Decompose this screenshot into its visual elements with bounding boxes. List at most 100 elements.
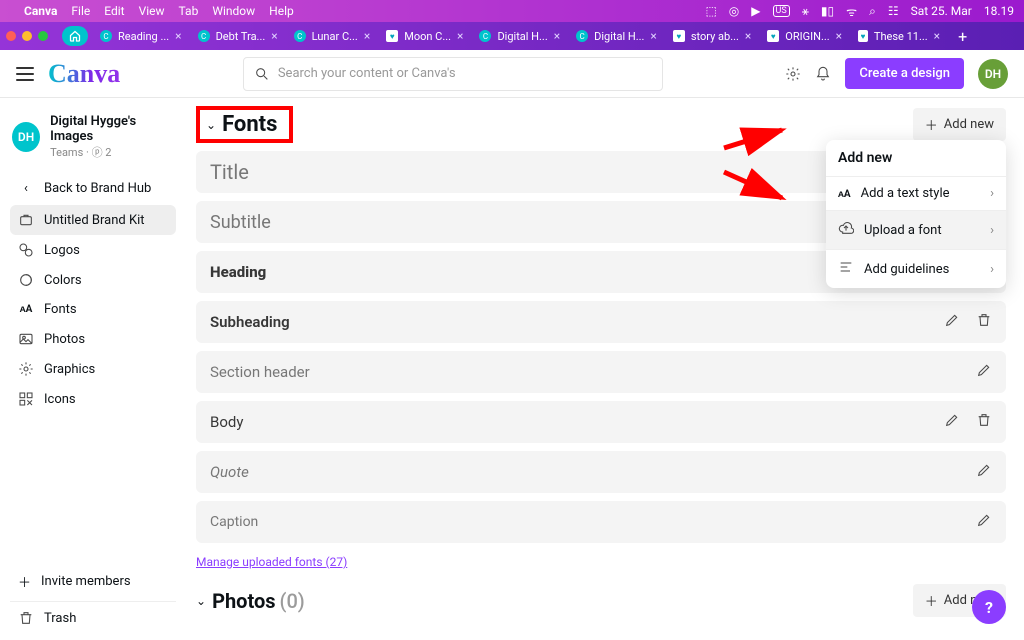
menubar-app[interactable]: Canva: [24, 4, 57, 18]
browser-tab[interactable]: CDebt Tra...×: [190, 25, 286, 47]
lang-icon[interactable]: US: [773, 5, 790, 17]
browser-tab[interactable]: ♥story ab...×: [665, 25, 759, 47]
team-switcher[interactable]: DH Digital Hygge's Images Teams · ⓟ 2: [10, 110, 176, 168]
text-style-row-quote[interactable]: Quote: [196, 451, 1006, 493]
close-tab-icon[interactable]: ×: [650, 29, 656, 43]
menubar-date[interactable]: Sat 25. Mar: [911, 4, 972, 18]
wifi-icon[interactable]: ᯤ: [846, 3, 857, 20]
edit-icon[interactable]: [944, 312, 960, 332]
new-tab-button[interactable]: +: [952, 27, 973, 46]
text-style-row-section[interactable]: Section header: [196, 351, 1006, 393]
minimize-window-icon[interactable]: [22, 31, 32, 41]
browser-tab[interactable]: CDigital H...×: [471, 25, 568, 47]
close-tab-icon[interactable]: ×: [934, 29, 940, 43]
sidebar-item-label: Untitled Brand Kit: [44, 213, 145, 228]
text-style-row-body[interactable]: Body: [196, 401, 1006, 443]
menubar-file[interactable]: File: [71, 4, 90, 18]
fonts-icon: ᴀA: [18, 304, 34, 315]
colors-icon: [18, 272, 34, 288]
icons-icon: [18, 391, 34, 407]
edit-icon[interactable]: [976, 512, 992, 532]
add-new-font-button[interactable]: ＋ Add new: [913, 108, 1006, 141]
user-avatar[interactable]: DH: [978, 59, 1008, 89]
menubar-time[interactable]: 18.19: [984, 4, 1014, 18]
create-design-button[interactable]: Create a design: [845, 58, 964, 89]
logos-icon: [18, 242, 34, 258]
fonts-section-header[interactable]: ⌄ Fonts: [196, 106, 293, 143]
control-center-icon[interactable]: ☷: [888, 4, 899, 18]
text-style-label: Quote: [210, 463, 976, 481]
photos-section-header[interactable]: ⌄ Photos (0) ＋ Add new: [196, 584, 1006, 617]
close-tab-icon[interactable]: ×: [364, 29, 370, 43]
bell-icon[interactable]: [815, 66, 831, 82]
bluetooth-icon[interactable]: ⚹: [802, 4, 809, 19]
fullscreen-window-icon[interactable]: [38, 31, 48, 41]
hamburger-icon[interactable]: [16, 67, 34, 81]
close-tab-icon[interactable]: ×: [836, 29, 842, 43]
close-tab-icon[interactable]: ×: [175, 29, 181, 43]
sidebar-item-graphics[interactable]: Graphics: [10, 354, 176, 384]
sidebar-item-label: Photos: [44, 332, 85, 347]
delete-icon[interactable]: [976, 412, 992, 432]
edit-icon[interactable]: [976, 362, 992, 382]
search-input[interactable]: Search your content or Canva's: [243, 57, 663, 91]
tab-label: Digital H...: [594, 30, 644, 43]
sidebar-item-photos[interactable]: Photos: [10, 324, 176, 354]
search-icon[interactable]: ⌕: [869, 4, 876, 19]
gear-icon[interactable]: [785, 66, 801, 82]
sync-icon[interactable]: ◎: [729, 4, 739, 18]
upload-icon: [838, 220, 854, 240]
battery-icon[interactable]: ▮▯: [821, 4, 834, 18]
text-style-label: Body: [210, 413, 944, 431]
sidebar-item-logos[interactable]: Logos: [10, 235, 176, 265]
manage-uploaded-fonts-link[interactable]: Manage uploaded fonts (27): [196, 555, 347, 569]
record-icon[interactable]: ▶: [751, 4, 760, 18]
trash-button[interactable]: Trash: [10, 601, 176, 634]
menubar-edit[interactable]: Edit: [104, 4, 124, 18]
close-tab-icon[interactable]: ×: [457, 29, 463, 43]
close-tab-icon[interactable]: ×: [554, 29, 560, 43]
canva-logo[interactable]: Canva: [48, 59, 120, 89]
text-style-row-caption[interactable]: Caption: [196, 501, 1006, 543]
sidebar-item-kit[interactable]: Untitled Brand Kit: [10, 205, 176, 235]
back-to-brand-hub[interactable]: ‹ Back to Brand Hub: [10, 174, 176, 203]
popover-item-lines[interactable]: Add guidelines›: [826, 249, 1006, 288]
browser-tab[interactable]: ♥ORIGIN...×: [759, 25, 850, 47]
popover-item-text[interactable]: ᴀAAdd a text style›: [826, 176, 1006, 210]
edit-icon[interactable]: [944, 412, 960, 432]
close-tab-icon[interactable]: ×: [271, 29, 277, 43]
text-style-row-subheading[interactable]: Subheading: [196, 301, 1006, 343]
plus-icon: ＋: [18, 572, 31, 591]
menubar-window[interactable]: Window: [212, 4, 255, 18]
browser-tab[interactable]: CLunar C...×: [286, 25, 379, 47]
sidebar-item-icons[interactable]: Icons: [10, 384, 176, 414]
menubar-tab[interactable]: Tab: [179, 4, 199, 18]
menubar-help[interactable]: Help: [269, 4, 294, 18]
browser-tab-strip: CReading ...×CDebt Tra...×CLunar C...×♥M…: [0, 22, 1024, 50]
browser-tab[interactable]: ♥Moon C...×: [378, 25, 471, 47]
home-tab[interactable]: [62, 26, 88, 46]
browser-tab[interactable]: ♥These 11...×: [850, 25, 948, 47]
canva-favicon-icon: C: [294, 30, 306, 42]
invite-members-button[interactable]: ＋ Invite members: [10, 564, 176, 599]
popover-item-upload[interactable]: Upload a font›: [826, 210, 1006, 249]
help-button[interactable]: ?: [972, 590, 1006, 624]
tab-label: Debt Tra...: [216, 30, 266, 43]
trash-label: Trash: [44, 611, 76, 626]
browser-tab[interactable]: CDigital H...×: [568, 25, 665, 47]
menubar-view[interactable]: View: [139, 4, 165, 18]
photos-count: (0): [280, 589, 305, 613]
dropbox-icon[interactable]: ⬚: [705, 4, 716, 18]
edit-icon[interactable]: [976, 462, 992, 482]
browser-tab[interactable]: CReading ...×: [92, 25, 190, 47]
text-style-label: Section header: [210, 363, 976, 381]
delete-icon[interactable]: [976, 312, 992, 332]
trello-favicon-icon: ♥: [858, 30, 868, 42]
canva-favicon-icon: C: [100, 30, 112, 42]
sidebar-item-fonts[interactable]: ᴀAFonts: [10, 295, 176, 324]
sidebar-item-label: Colors: [44, 273, 82, 288]
sidebar-item-colors[interactable]: Colors: [10, 265, 176, 295]
plus-icon: ＋: [925, 591, 938, 610]
close-tab-icon[interactable]: ×: [745, 29, 751, 43]
close-window-icon[interactable]: [6, 31, 16, 41]
